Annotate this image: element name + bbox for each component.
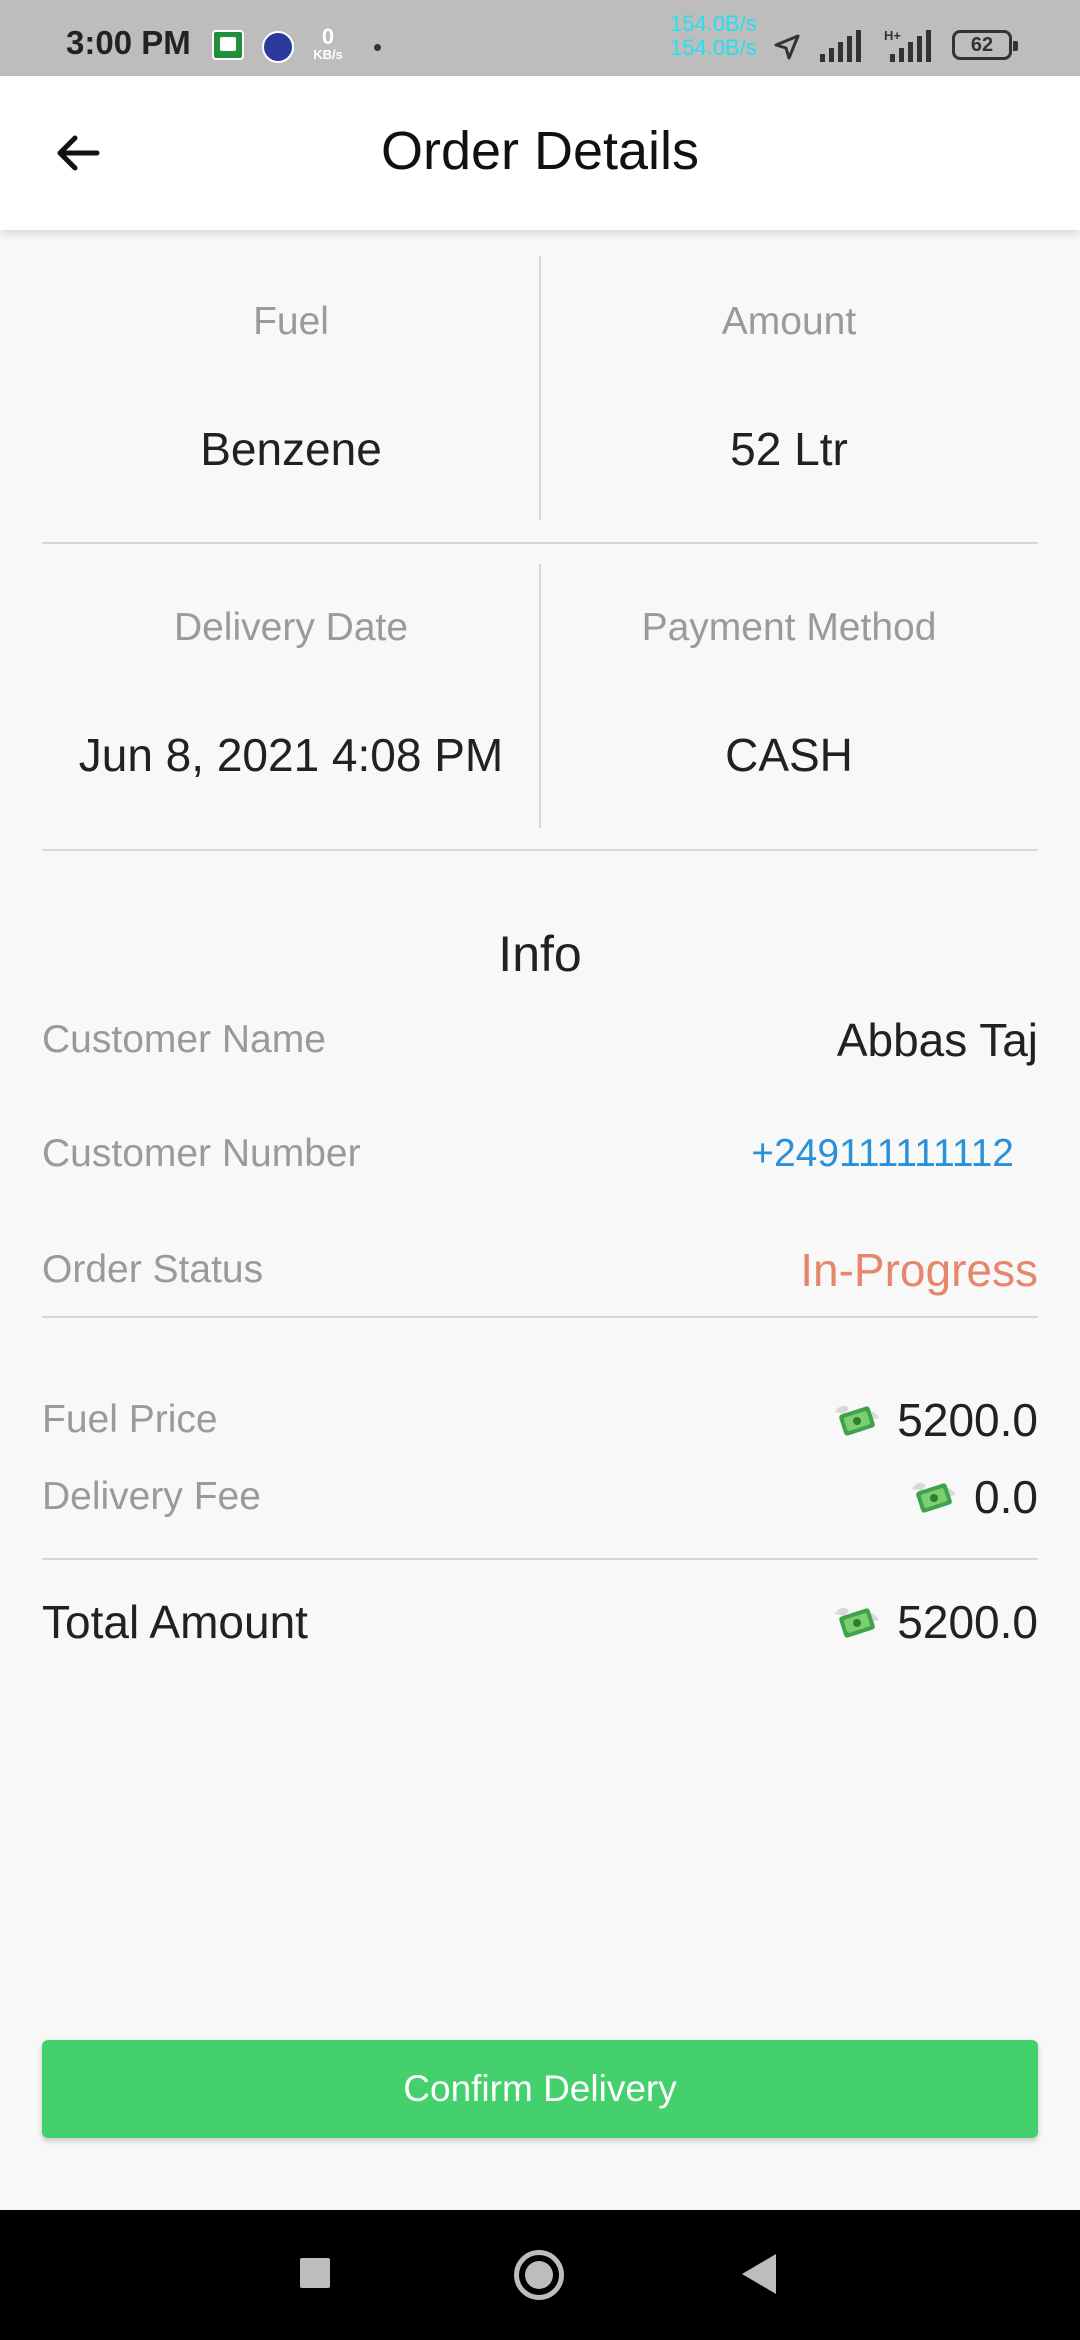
fuel-price-value: 5200.0 [897,1394,1038,1446]
vertical-divider [539,256,541,520]
customer-name-label: Customer Name [42,1018,326,1061]
delivery-fee-row: Delivery Fee 0.0 [42,1467,1038,1527]
detail-row-date-payment: Delivery Date Jun 8, 2021 4:08 PM Paymen… [42,564,1038,828]
info-title: Info [498,926,582,982]
fuel-price: 5200.0 [831,1393,1038,1447]
total-amount-label: Total Amount [42,1596,308,1648]
amount-label: Amount [721,300,857,343]
customer-number-link[interactable]: +249111111112 [751,1132,1014,1176]
detail-row-fuel-amount: Fuel Benzene Amount 52 Ltr [42,256,1038,520]
status-time: 3:00 PM [66,24,191,61]
delivery-fee: 0.0 [908,1470,1038,1524]
home-button[interactable] [514,2250,564,2300]
system-nav-bar [0,2210,1080,2340]
divider [42,849,1038,851]
money-with-wings-icon [835,1405,880,1436]
order-status-value: In-Progress [800,1244,1038,1296]
network-speed-up: 154.0B/s [670,11,757,36]
amount-cell: Amount 52 Ltr [540,256,1038,520]
payment-method-cell: Payment Method CASH [540,564,1038,828]
app-bar: Order Details [0,76,1080,230]
battery-icon: 62 [952,30,1018,60]
delivery-date-value: Jun 8, 2021 4:08 PM [78,729,504,781]
detail-grid: Fuel Benzene Amount 52 Ltr [42,256,1038,520]
notification-dot-icon [374,44,381,51]
data-speed-value: 0 [321,24,335,49]
order-status-label: Order Status [42,1248,264,1291]
total-amount-row: Total Amount 5200.0 [42,1590,1038,1654]
status-bar: 3:00 PM 0 KB/s 154.0B/s 154.0B/s H+ 62 [0,0,1080,76]
vertical-divider [539,564,541,828]
book-app-icon [212,30,244,60]
fuel-cell: Fuel Benzene [42,256,540,520]
customer-number-label: Customer Number [42,1132,361,1175]
money-with-wings-icon [835,1607,880,1638]
payment-method-value: CASH [725,729,853,781]
system-back-button[interactable] [742,2254,776,2294]
network-speed: 154.0B/s 154.0B/s [670,11,757,61]
order-status-row: Order Status In-Progress [42,1240,1038,1300]
delivery-fee-label: Delivery Fee [42,1475,261,1518]
signal-strength-icon [820,30,861,62]
customer-name-value: Abbas Taj [836,1014,1038,1066]
total-amount: 5200.0 [831,1595,1038,1649]
fuel-label: Fuel [253,300,329,343]
confirm-delivery-button[interactable]: Confirm Delivery [42,2040,1038,2138]
detail-grid-2: Delivery Date Jun 8, 2021 4:08 PM Paymen… [42,564,1038,828]
recent-apps-button[interactable] [300,2258,330,2288]
data-speed-indicator: 0 KB/s [308,24,348,62]
location-arrow-icon [774,34,800,60]
divider [42,542,1038,544]
data-speed-unit: KB/s [313,47,343,62]
customer-name-row: Customer Name Abbas Taj [42,1010,1038,1070]
delivery-date-cell: Delivery Date Jun 8, 2021 4:08 PM [42,564,540,828]
fuel-price-row: Fuel Price 5200.0 [42,1390,1038,1450]
total-amount-value: 5200.0 [897,1596,1038,1648]
fuel-value: Benzene [200,423,382,475]
amount-value: 52 Ltr [730,423,848,475]
divider [42,1558,1038,1560]
fuel-price-label: Fuel Price [42,1398,218,1441]
divider [42,1316,1038,1318]
page-title: Order Details [380,121,700,181]
network-speed-down: 154.0B/s [670,35,757,61]
signal-strength-2-icon [890,30,931,62]
money-with-wings-icon [912,1482,957,1513]
delivery-date-label: Delivery Date [173,606,409,649]
activity-app-icon [262,31,294,63]
customer-number-row: Customer Number +249111111112 [42,1124,1038,1184]
payment-method-label: Payment Method [641,606,937,649]
delivery-fee-value: 0.0 [974,1471,1038,1523]
